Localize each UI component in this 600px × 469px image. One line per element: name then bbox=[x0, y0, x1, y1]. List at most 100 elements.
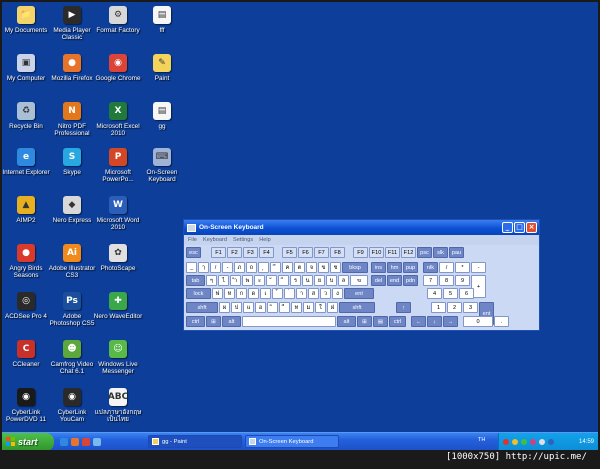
desktop-icon[interactable]: Ps Adobe Photoshop CS5 bbox=[48, 292, 96, 327]
key-ent[interactable]: ent bbox=[344, 288, 374, 299]
key-5[interactable]: 5 bbox=[443, 288, 458, 299]
key-⊞[interactable]: ⊞ bbox=[206, 316, 221, 327]
desktop-icon[interactable]: W Microsoft Word 2010 bbox=[94, 196, 142, 231]
task-paint[interactable]: gg - Paint bbox=[148, 435, 242, 448]
key-ำ[interactable]: ำ bbox=[230, 275, 241, 286]
key-F1[interactable]: F1 bbox=[211, 247, 226, 258]
key-/[interactable]: / bbox=[439, 262, 454, 273]
key-shft[interactable]: shft bbox=[186, 302, 218, 313]
key-แ[interactable]: แ bbox=[243, 302, 254, 313]
key-ั[interactable]: ั bbox=[266, 275, 277, 286]
key-lock[interactable]: lock bbox=[186, 288, 211, 299]
key-del[interactable]: del bbox=[371, 275, 386, 286]
key-4[interactable]: 4 bbox=[427, 288, 442, 299]
key-ป[interactable]: ป bbox=[231, 302, 242, 313]
key-F5[interactable]: F5 bbox=[282, 247, 297, 258]
key-ื[interactable]: ื bbox=[279, 302, 290, 313]
key-2[interactable]: 2 bbox=[447, 302, 462, 313]
key-เ[interactable]: เ bbox=[260, 288, 271, 299]
key-nlk[interactable]: nlk bbox=[423, 262, 438, 273]
key-F9[interactable]: F9 bbox=[353, 247, 368, 258]
tray-app-icon[interactable] bbox=[521, 439, 527, 445]
key-F2[interactable]: F2 bbox=[227, 247, 242, 258]
key-น[interactable]: น bbox=[302, 275, 313, 286]
tray-app-icon[interactable] bbox=[512, 439, 518, 445]
key-ล[interactable]: ล bbox=[338, 275, 349, 286]
desktop-icon[interactable]: X Microsoft Excel 2010 bbox=[94, 102, 142, 137]
key-ผ[interactable]: ผ bbox=[219, 302, 230, 313]
key-จ[interactable]: จ bbox=[306, 262, 317, 273]
tray-app-icon[interactable] bbox=[530, 439, 536, 445]
key-0[interactable]: 0 bbox=[463, 316, 493, 327]
key-ี[interactable]: ี bbox=[278, 275, 289, 286]
key-ุ[interactable]: ุ bbox=[258, 262, 269, 273]
network-icon[interactable] bbox=[548, 439, 554, 445]
desktop-icon[interactable]: N Nitro PDF Professional bbox=[48, 102, 96, 137]
key-F10[interactable]: F10 bbox=[369, 247, 384, 258]
key-อ[interactable]: อ bbox=[255, 302, 266, 313]
key-F3[interactable]: F3 bbox=[243, 247, 258, 258]
menu-help[interactable]: Help bbox=[259, 237, 271, 243]
key-6[interactable]: 6 bbox=[459, 288, 474, 299]
key-ช[interactable]: ช bbox=[330, 262, 341, 273]
desktop-icon[interactable]: ◉ Google Chrome bbox=[94, 54, 142, 82]
key-shft[interactable]: shft bbox=[339, 302, 375, 313]
key-ถ[interactable]: ถ bbox=[246, 262, 257, 273]
key-1[interactable]: 1 bbox=[431, 302, 446, 313]
key-ภ[interactable]: ภ bbox=[234, 262, 245, 273]
close-button[interactable]: × bbox=[526, 222, 537, 233]
key-pup[interactable]: pup bbox=[403, 262, 418, 273]
menu-settings[interactable]: Settings bbox=[233, 237, 253, 243]
task-on-screen-keyboard[interactable]: On-Screen Keyboard bbox=[245, 435, 339, 448]
desktop-icon[interactable]: P Microsoft PowerPo... bbox=[94, 148, 142, 183]
key-ห[interactable]: ห bbox=[224, 288, 235, 299]
key-hm[interactable]: hm bbox=[387, 262, 402, 273]
desktop-icon[interactable]: Ai Adobe Illustrator CS3 bbox=[48, 244, 96, 279]
key-*[interactable]: * bbox=[455, 262, 470, 273]
desktop-icon[interactable]: S Skype bbox=[48, 148, 96, 176]
key-ง[interactable]: ง bbox=[332, 288, 343, 299]
key-⊞[interactable]: ⊞ bbox=[357, 316, 372, 327]
key-ด[interactable]: ด bbox=[248, 288, 259, 299]
key-psc[interactable]: psc bbox=[417, 247, 432, 258]
key-↓[interactable]: ↓ bbox=[427, 316, 442, 327]
desktop-icon[interactable]: ▤ fff bbox=[138, 6, 186, 34]
key-ย[interactable]: ย bbox=[314, 275, 325, 286]
key-F6[interactable]: F6 bbox=[298, 247, 313, 258]
desktop-icon[interactable]: ◎ ACDSee Pro 4 bbox=[2, 292, 50, 320]
desktop-icon[interactable]: ♻ Recycle Bin bbox=[2, 102, 50, 130]
key-↑[interactable]: ↑ bbox=[396, 302, 411, 313]
desktop-icon[interactable]: ⌨ On-Screen Keyboard bbox=[138, 148, 186, 183]
key-ข[interactable]: ข bbox=[318, 262, 329, 273]
volume-icon[interactable] bbox=[539, 439, 545, 445]
key-ก[interactable]: ก bbox=[236, 288, 247, 299]
maximize-button[interactable]: □ bbox=[514, 222, 525, 233]
key-ctrl[interactable]: ctrl bbox=[389, 316, 406, 327]
key-F8[interactable]: F8 bbox=[330, 247, 345, 258]
menu-keyboard[interactable]: Keyboard bbox=[203, 237, 227, 243]
key-ฟ[interactable]: ฟ bbox=[212, 288, 223, 299]
desktop-icon[interactable]: ● Angry Birds Seasons bbox=[2, 244, 50, 279]
clock[interactable]: 14:59 bbox=[579, 439, 594, 445]
key--[interactable]: - bbox=[471, 262, 486, 273]
desktop-icon[interactable]: C CCleaner bbox=[2, 340, 50, 368]
key-ctrl[interactable]: ctrl bbox=[186, 316, 205, 327]
on-screen-keyboard-window[interactable]: On-Screen Keyboard _ □ × File Keyboard S… bbox=[183, 219, 540, 331]
desktop-icon[interactable]: ▣ My Computer bbox=[2, 54, 50, 82]
desktop-icon[interactable]: ☻ Camfrog Video Chat 6.1 bbox=[48, 340, 96, 375]
show-desktop-icon[interactable] bbox=[93, 437, 101, 446]
key-ฝ[interactable]: ฝ bbox=[327, 302, 338, 313]
key-▤[interactable]: ▤ bbox=[373, 316, 388, 327]
key-pdn[interactable]: pdn bbox=[403, 275, 418, 286]
key-บ[interactable]: บ bbox=[326, 275, 337, 286]
key-ins[interactable]: ins bbox=[371, 262, 386, 273]
desktop-icon[interactable]: ☺ Windows Live Messenger bbox=[94, 340, 142, 375]
desktop-icon[interactable]: 📁 My Documents bbox=[2, 6, 50, 34]
key-3[interactable]: 3 bbox=[463, 302, 478, 313]
key-ส[interactable]: ส bbox=[308, 288, 319, 299]
desktop-icon[interactable]: ▤ gg bbox=[138, 102, 186, 130]
key-.[interactable]: . bbox=[494, 316, 509, 327]
key-alt[interactable]: alt bbox=[337, 316, 356, 327]
desktop-icon[interactable]: ● Mozilla Firefox bbox=[48, 54, 96, 82]
key-ค[interactable]: ค bbox=[282, 262, 293, 273]
